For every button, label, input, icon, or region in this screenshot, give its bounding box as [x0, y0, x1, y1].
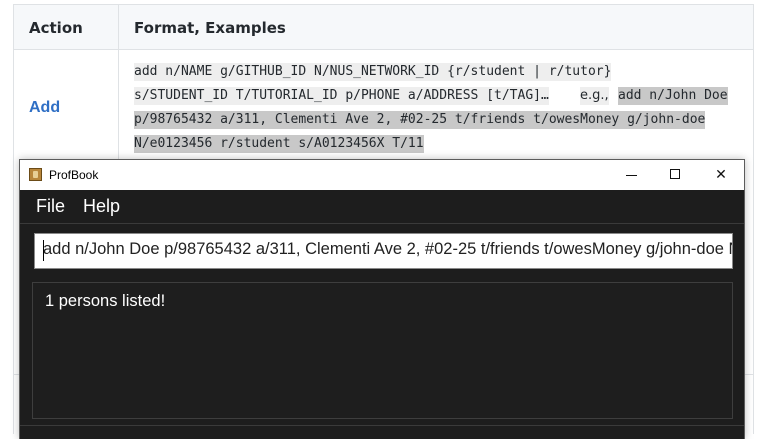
- menu-bar: File Help: [20, 190, 744, 223]
- profbook-window[interactable]: ProfBook ✕ File Help add n/John Doe p/98…: [19, 159, 745, 439]
- close-icon: ✕: [715, 167, 727, 183]
- window-bottom-strip: [20, 425, 744, 439]
- maximize-icon: [670, 169, 680, 179]
- example-line-2: p/98765432 a/311, Clementi Ave 2, #02-25…: [134, 111, 706, 129]
- example-line-3: N/e0123456 r/student s/A0123456X T/11: [134, 135, 424, 153]
- minimize-button[interactable]: [608, 160, 654, 190]
- example-line-1: add n/John Doe: [618, 87, 728, 105]
- profbook-app-icon: [29, 168, 42, 181]
- command-input-text[interactable]: add n/John Doe p/98765432 a/311, Clement…: [43, 240, 732, 259]
- menu-help[interactable]: Help: [83, 196, 120, 217]
- format-line-2: s/STUDENT_ID T/TUTORIAL_ID p/PHONE a/ADD…: [134, 87, 549, 105]
- title-bar[interactable]: ProfBook ✕: [20, 160, 744, 190]
- command-input[interactable]: add n/John Doe p/98765432 a/311, Clement…: [34, 233, 733, 269]
- window-title: ProfBook: [49, 168, 99, 182]
- header-format: Format, Examples: [134, 19, 286, 37]
- result-display[interactable]: 1 persons listed!: [32, 282, 733, 419]
- menu-divider: [20, 223, 744, 224]
- table-header-row: Action Format, Examples: [14, 4, 753, 50]
- minimize-icon: [626, 175, 637, 176]
- menu-file[interactable]: File: [36, 196, 65, 217]
- add-command-link[interactable]: Add: [29, 99, 60, 117]
- result-message: 1 persons listed!: [45, 292, 166, 310]
- close-button[interactable]: ✕: [698, 160, 744, 190]
- text-caret: [43, 240, 44, 261]
- header-action: Action: [29, 19, 83, 37]
- eg-label: e.g.,: [580, 87, 609, 105]
- format-line-1: add n/NAME g/GITHUB_ID N/NUS_NETWORK_ID …: [134, 63, 612, 81]
- maximize-button[interactable]: [652, 160, 698, 190]
